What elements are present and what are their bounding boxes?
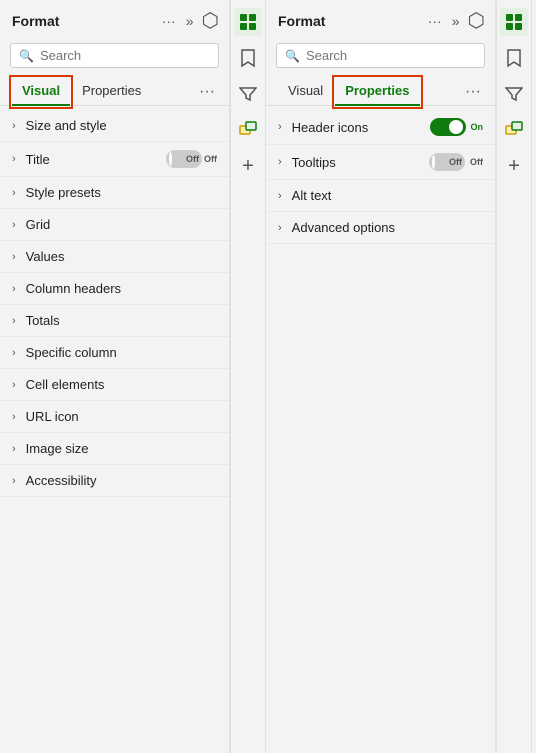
right-ellipsis-icon[interactable]: ···: [426, 11, 444, 31]
left-menu-list: › Size and style › Title Off › Style pre…: [0, 106, 229, 753]
left-panel: Format ··· » ⬡ 🔍 Visual Properties ··· ›…: [0, 0, 230, 753]
bookmark-icon-right[interactable]: [500, 44, 528, 72]
right-panel-title: Format: [278, 13, 325, 29]
left-expand-icon[interactable]: »: [184, 11, 196, 31]
chevron-icon: ›: [12, 475, 16, 487]
tooltips-toggle[interactable]: Off: [429, 153, 483, 171]
right-panel-header: Format ··· » ⬡: [266, 0, 495, 39]
left-menu-item-totals[interactable]: › Totals: [0, 305, 229, 337]
left-panel-header: Format ··· » ⬡: [0, 0, 229, 39]
chevron-icon: ›: [12, 251, 16, 263]
left-tab-properties[interactable]: Properties: [72, 78, 151, 106]
right-menu-item-tooltips[interactable]: › Tooltips Off: [266, 145, 495, 180]
left-search-input[interactable]: [40, 48, 210, 63]
left-cylinder-icon[interactable]: ⬡: [202, 8, 219, 33]
add-icon-left[interactable]: +: [234, 152, 262, 180]
left-tab-row: Visual Properties ···: [0, 74, 229, 106]
left-tab-visual[interactable]: Visual: [12, 78, 70, 106]
title-toggle-label: Off: [204, 154, 217, 164]
drillthrough-icon-right[interactable]: [500, 116, 528, 144]
chevron-icon: ›: [12, 283, 16, 295]
right-panel-header-icons: ··· » ⬡: [426, 8, 485, 33]
left-menu-item-accessibility[interactable]: › Accessibility: [0, 465, 229, 497]
bookmark-icon[interactable]: [234, 44, 262, 72]
right-cylinder-icon[interactable]: ⬡: [468, 8, 485, 33]
right-menu-list: › Header icons On › Tooltips Off › Alt: [266, 106, 495, 753]
right-menu-item-advanced-options[interactable]: › Advanced options: [266, 212, 495, 244]
header-icons-toggle[interactable]: On: [430, 118, 484, 136]
tooltips-toggle-label: Off: [470, 157, 483, 167]
left-search-bar: 🔍: [10, 43, 219, 68]
left-menu-item-cell-elements[interactable]: › Cell elements: [0, 369, 229, 401]
left-menu-item-title[interactable]: › Title Off: [0, 142, 229, 177]
format-visual-icon-right[interactable]: [500, 8, 528, 36]
left-menu-item-image-size[interactable]: › Image size: [0, 433, 229, 465]
add-icon-right[interactable]: +: [500, 152, 528, 180]
drillthrough-icon[interactable]: [234, 116, 262, 144]
right-side-icons: +: [496, 0, 532, 753]
chevron-icon: ›: [278, 121, 282, 133]
chevron-icon: ›: [12, 379, 16, 391]
chevron-icon: ›: [12, 347, 16, 359]
right-tab-visual[interactable]: Visual: [278, 78, 333, 106]
chevron-icon: ›: [12, 219, 16, 231]
left-panel-title: Format: [12, 13, 59, 29]
left-menu-item-size-and-style[interactable]: › Size and style: [0, 110, 229, 142]
left-menu-item-specific-column[interactable]: › Specific column: [0, 337, 229, 369]
chevron-icon: ›: [12, 153, 16, 165]
chevron-icon: ›: [12, 411, 16, 423]
left-tab-more-icon[interactable]: ···: [195, 83, 219, 101]
chevron-icon: ›: [12, 315, 16, 327]
right-expand-icon[interactable]: »: [450, 11, 462, 31]
left-side-icons: +: [230, 0, 266, 753]
chevron-icon: ›: [12, 187, 16, 199]
chevron-icon: ›: [278, 156, 282, 168]
chevron-icon: ›: [278, 190, 282, 202]
chevron-icon: ›: [12, 120, 16, 132]
title-toggle[interactable]: Off: [166, 150, 217, 168]
left-menu-item-grid[interactable]: › Grid: [0, 209, 229, 241]
right-tab-more-icon[interactable]: ···: [461, 83, 485, 101]
right-menu-item-header-icons[interactable]: › Header icons On: [266, 110, 495, 145]
right-search-bar: 🔍: [276, 43, 485, 68]
left-search-icon: 🔍: [19, 49, 34, 63]
right-tab-row: Visual Properties ···: [266, 74, 495, 106]
chevron-icon: ›: [278, 222, 282, 234]
left-menu-item-style-presets[interactable]: › Style presets: [0, 177, 229, 209]
right-search-input[interactable]: [306, 48, 476, 63]
right-menu-item-alt-text[interactable]: › Alt text: [266, 180, 495, 212]
left-menu-item-column-headers[interactable]: › Column headers: [0, 273, 229, 305]
format-visual-icon[interactable]: [234, 8, 262, 36]
left-panel-header-icons: ··· » ⬡: [160, 8, 219, 33]
chevron-icon: ›: [12, 443, 16, 455]
left-ellipsis-icon[interactable]: ···: [160, 11, 178, 31]
right-panel: Format ··· » ⬡ 🔍 Visual Properties ··· ›…: [266, 0, 496, 753]
filter-icon-right[interactable]: [500, 80, 528, 108]
right-search-icon: 🔍: [285, 49, 300, 63]
filter-icon[interactable]: [234, 80, 262, 108]
right-tab-properties[interactable]: Properties: [335, 78, 419, 106]
left-menu-item-url-icon[interactable]: › URL icon: [0, 401, 229, 433]
left-menu-item-values[interactable]: › Values: [0, 241, 229, 273]
header-icons-toggle-label: On: [471, 122, 484, 132]
